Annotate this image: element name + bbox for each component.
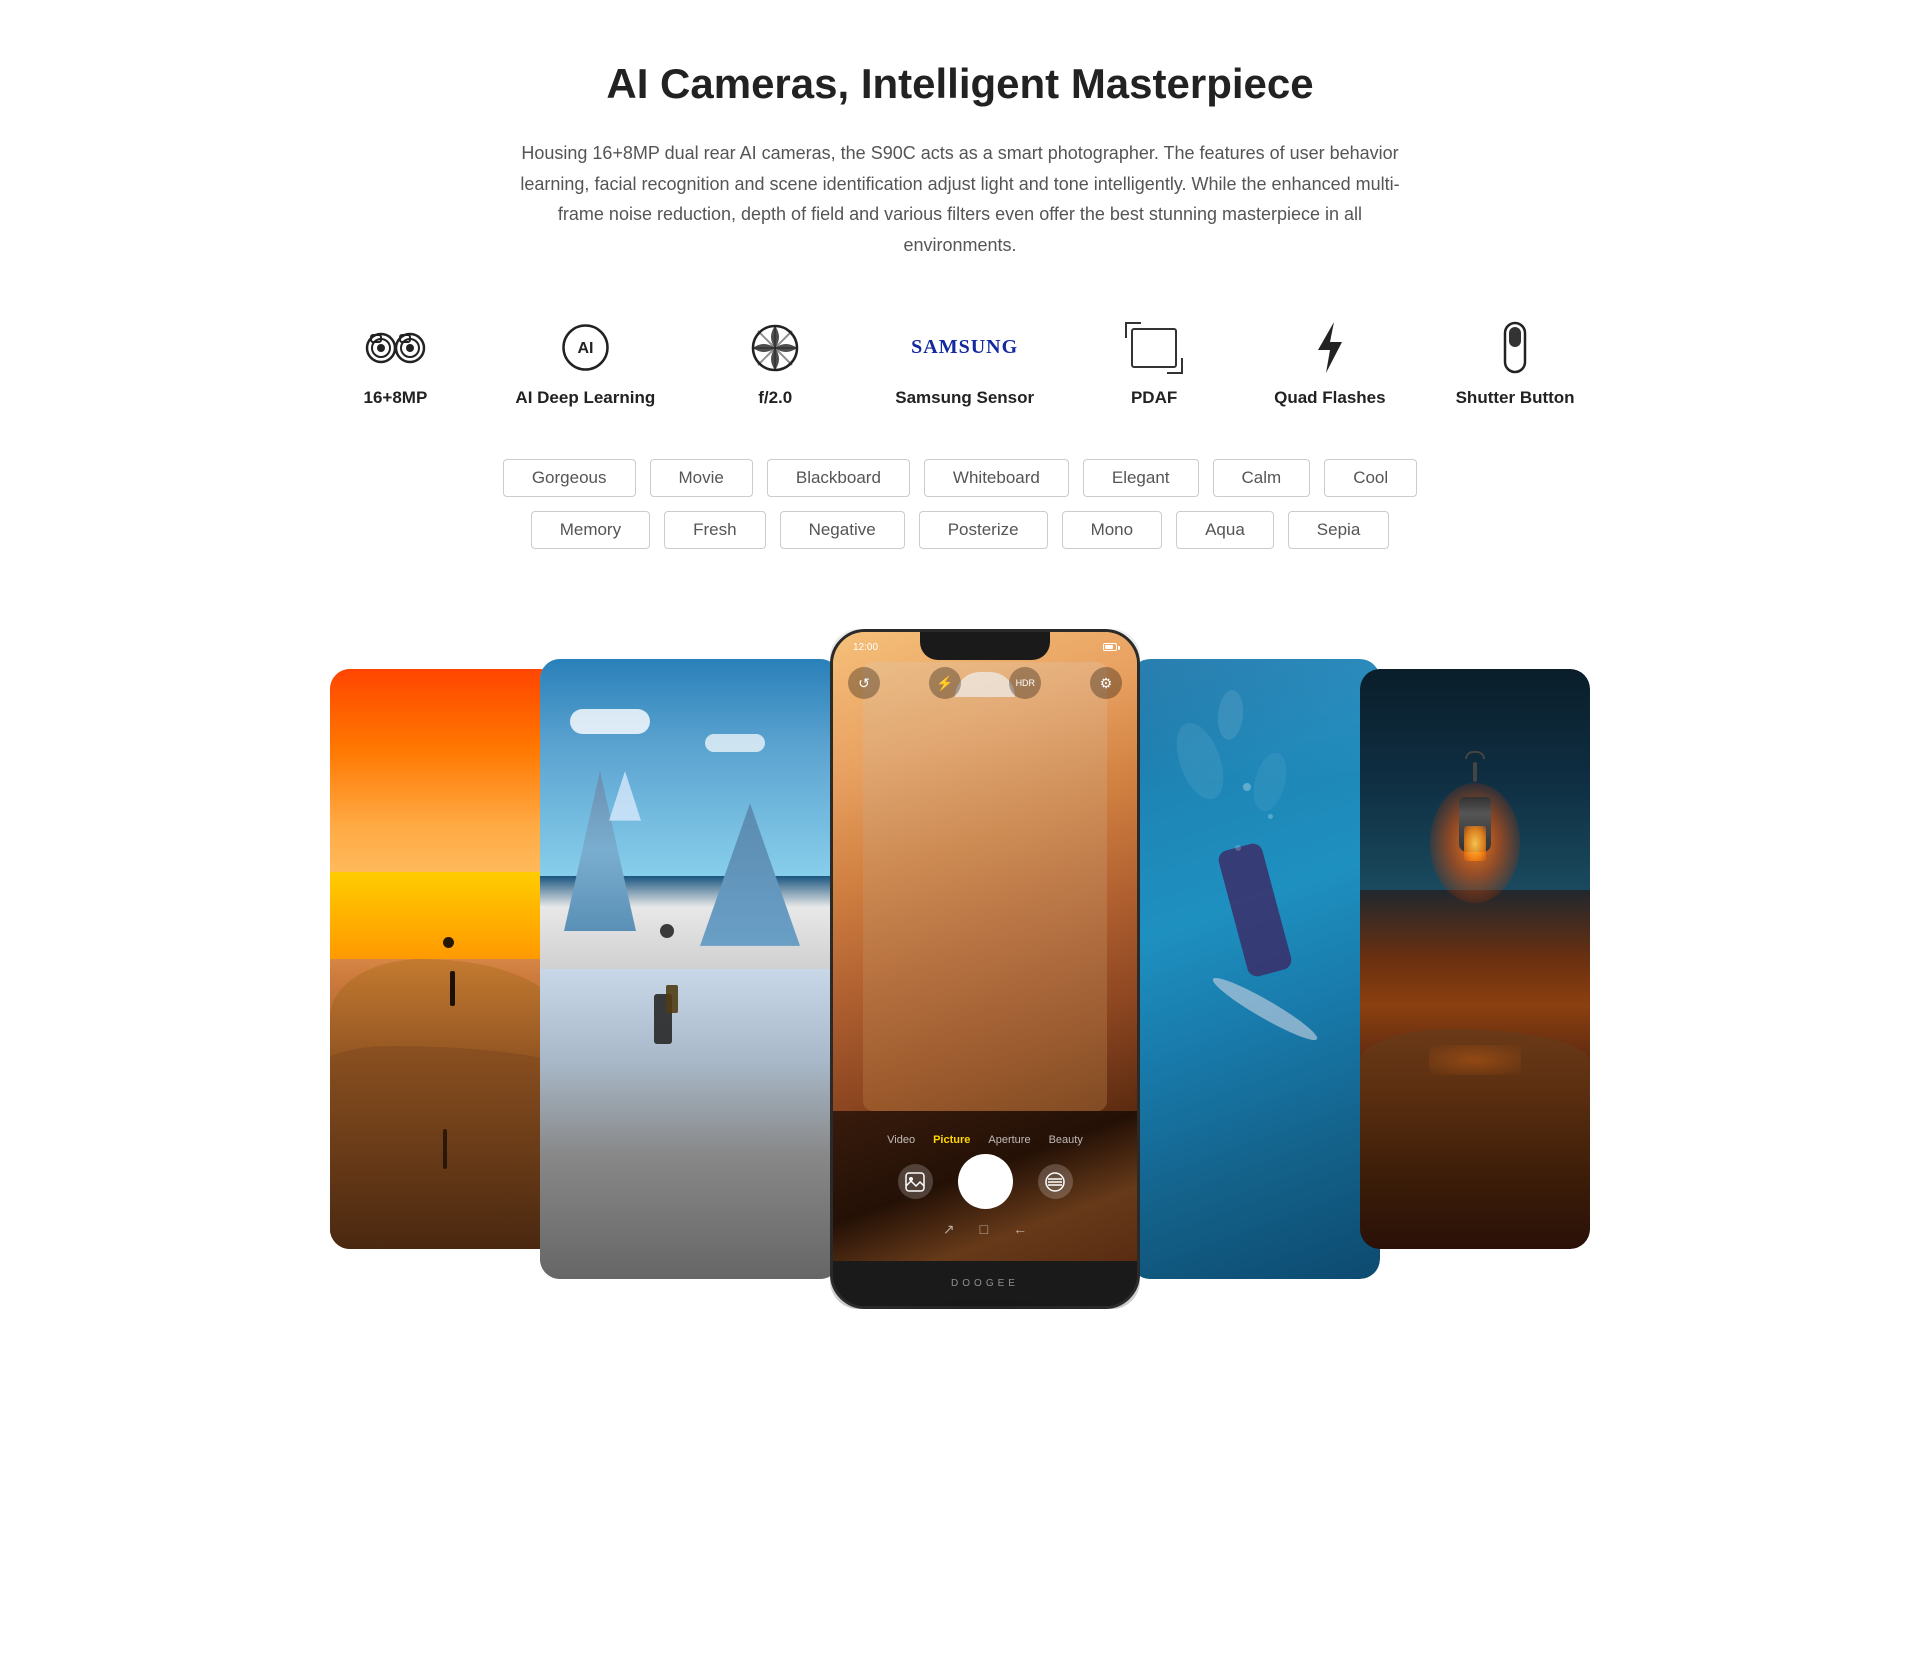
filter-fresh[interactable]: Fresh	[664, 511, 765, 549]
phone-top-icons: ↺ ⚡ HDR ⚙	[848, 667, 1122, 699]
lantern-image	[1360, 669, 1590, 1249]
feature-label-shutter: Shutter Button	[1456, 387, 1575, 409]
camera-rotate-icon[interactable]: ↺	[848, 667, 880, 699]
hdr-icon[interactable]: HDR	[1009, 667, 1041, 699]
phone-camera-ui: Video Picture Aperture Beauty	[833, 1111, 1137, 1261]
feature-label-pdaf: PDAF	[1131, 387, 1177, 409]
settings-icon[interactable]: ⚙	[1090, 667, 1122, 699]
sunset-image	[330, 669, 560, 1249]
filter-posterize[interactable]: Posterize	[919, 511, 1048, 549]
filter-negative[interactable]: Negative	[780, 511, 905, 549]
filter-blackboard[interactable]: Blackboard	[767, 459, 910, 497]
mode-aperture[interactable]: Aperture	[988, 1134, 1030, 1146]
lightning-icon	[1310, 320, 1350, 375]
filter-gorgeous[interactable]: Gorgeous	[503, 459, 636, 497]
phone-status-bar: 12:00	[848, 637, 1122, 657]
header-section: AI Cameras, Intelligent Masterpiece Hous…	[200, 60, 1720, 260]
filter-icon[interactable]	[1038, 1164, 1073, 1199]
phone-shadow	[855, 1299, 1115, 1309]
filter-elegant[interactable]: Elegant	[1083, 459, 1199, 497]
pdaf-icon	[1131, 320, 1177, 375]
photos-section: 12:00 ↺ ⚡ HDR	[200, 609, 1720, 1309]
shutter-icon	[1500, 320, 1530, 375]
samsung-logo-icon: SAMSUNG	[911, 320, 1018, 375]
feature-label-ai: AI Deep Learning	[515, 387, 655, 409]
phone-center: 12:00 ↺ ⚡ HDR	[830, 629, 1140, 1309]
feature-shutter: Shutter Button	[1456, 320, 1575, 409]
camera-dual-icon	[363, 320, 428, 375]
feature-aperture: f/2.0	[725, 320, 825, 409]
page-wrapper: AI Cameras, Intelligent Masterpiece Hous…	[0, 0, 1920, 1369]
underwater-image	[1130, 659, 1380, 1279]
feature-label-samsung: Samsung Sensor	[895, 387, 1034, 409]
photo-card-mountain	[540, 659, 840, 1279]
filter-section: Gorgeous Movie Blackboard Whiteboard Ele…	[200, 459, 1720, 549]
page-title: AI Cameras, Intelligent Masterpiece	[200, 60, 1720, 108]
camera-modes: Video Picture Aperture Beauty	[887, 1134, 1083, 1146]
filter-aqua[interactable]: Aqua	[1176, 511, 1274, 549]
filter-row-2: Memory Fresh Negative Posterize Mono Aqu…	[531, 511, 1390, 549]
aperture-icon	[749, 320, 801, 375]
feature-label-aperture: f/2.0	[758, 387, 792, 409]
page-description: Housing 16+8MP dual rear AI cameras, the…	[510, 138, 1410, 260]
filter-cool[interactable]: Cool	[1324, 459, 1417, 497]
feature-samsung: SAMSUNG Samsung Sensor	[895, 320, 1034, 409]
photo-card-underwater	[1130, 659, 1380, 1279]
svg-text:AI: AI	[577, 340, 593, 357]
photo-card-sunset	[330, 669, 560, 1249]
ai-brain-icon: AI	[558, 320, 613, 375]
feature-label-quad: Quad Flashes	[1274, 387, 1385, 409]
feature-ai: AI AI Deep Learning	[515, 320, 655, 409]
gallery-icon[interactable]	[898, 1164, 933, 1199]
flash-icon[interactable]: ⚡	[929, 667, 961, 699]
pdaf-bracket-icon	[1131, 328, 1177, 368]
samsung-text: SAMSUNG	[911, 336, 1018, 359]
filter-whiteboard[interactable]: Whiteboard	[924, 459, 1069, 497]
filter-calm[interactable]: Calm	[1213, 459, 1311, 497]
mode-video[interactable]: Video	[887, 1134, 915, 1146]
mode-picture[interactable]: Picture	[933, 1134, 970, 1146]
filter-movie[interactable]: Movie	[650, 459, 753, 497]
phone-mockup: 12:00 ↺ ⚡ HDR	[830, 629, 1140, 1309]
features-row: 16+8MP AI AI Deep Learning	[200, 320, 1720, 409]
feature-label-mp: 16+8MP	[364, 387, 428, 409]
feature-quad-flashes: Quad Flashes	[1274, 320, 1385, 409]
filter-row-1: Gorgeous Movie Blackboard Whiteboard Ele…	[503, 459, 1417, 497]
filter-sepia[interactable]: Sepia	[1288, 511, 1389, 549]
feature-pdaf: PDAF	[1104, 320, 1204, 409]
camera-controls	[898, 1154, 1073, 1209]
photo-card-lantern	[1360, 669, 1590, 1249]
filter-memory[interactable]: Memory	[531, 511, 650, 549]
status-time: 12:00	[853, 642, 878, 653]
brand-label: DOOGEE	[951, 1278, 1019, 1289]
mountain-image	[540, 659, 840, 1279]
phone-screen: ↺ ⚡ HDR ⚙ Video Picture Aperture Beauty	[833, 632, 1137, 1261]
filter-mono[interactable]: Mono	[1062, 511, 1163, 549]
feature-camera-mp: 16+8MP	[345, 320, 445, 409]
mode-beauty[interactable]: Beauty	[1049, 1134, 1083, 1146]
shutter-button[interactable]	[958, 1154, 1013, 1209]
